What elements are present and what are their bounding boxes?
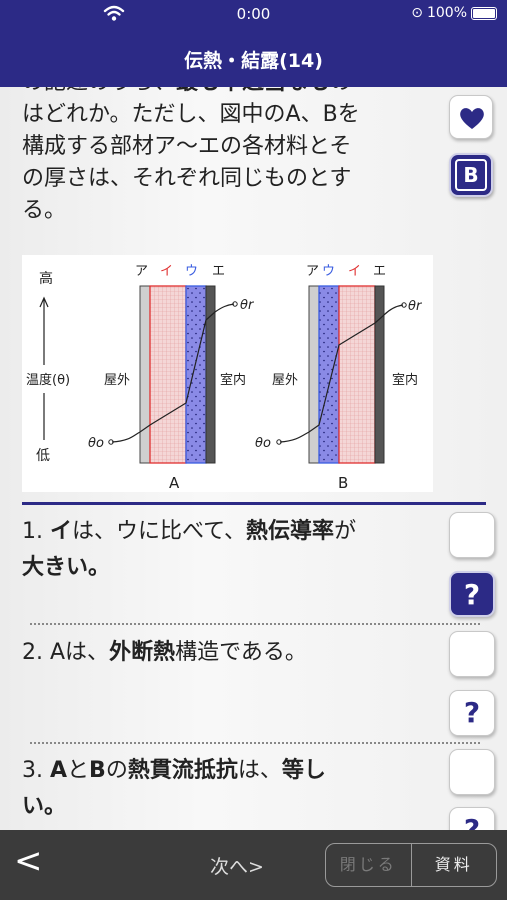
a-theta-o: θo [88,436,104,451]
question-line-5: る。 [22,198,67,223]
axis-temperature-label: 温度(θ) [26,372,70,388]
q-line1-post: の [330,87,352,95]
choice-2-answer-box[interactable] [449,631,495,677]
b-outdoor-label: 屋外 [272,373,298,388]
question-content[interactable]: の記述のうち、最も不適当なもの はどれか。ただし、図中のA、Bを 構成する部材ア… [0,87,507,830]
choice-3-number: 3. [22,758,43,783]
question-line-2: はどれか。ただし、図中のA、Bを [22,102,360,127]
question-line-4: の厚さは、それぞれ同じものとす [22,166,352,191]
choice-2-bold-a: 外断熱 [109,640,176,665]
section-divider [22,502,486,505]
choice-3-bold-b: B [89,758,106,783]
b-layer-i-label: イ [348,264,361,279]
a-theta-r: θr [240,298,255,313]
choice-3-answer-box[interactable] [449,749,495,795]
choice-3-bold-d: 等し [281,758,326,783]
a-outdoor-label: 屋外 [104,373,130,388]
b-layer-a [308,285,320,464]
choice-3-text-c: は、 [237,758,282,783]
wall-diagram: 高 温度(θ) 低 屋外 ア イ ウ エ θo θr 室内 A 屋外 ア ウ イ… [22,255,433,492]
a-layer-a [139,285,151,464]
materials-button[interactable]: 資料 [412,844,497,886]
b-layer-a-label: ア [306,264,319,279]
choice-1-answer-box[interactable] [449,512,495,558]
status-bar: 0:00 ⊙ 100% [0,0,507,30]
battery-percent: 100% [426,5,467,21]
nav-bar: 伝熱・結露(14) [0,30,507,87]
question-text: の記述のうち、最も不適当なもの はどれか。ただし、図中のA、Bを 構成する部材ア… [22,87,417,227]
b-theta-r: θr [408,299,423,314]
choice-1-bold-a: イ [50,519,73,544]
bookmark-b-button[interactable]: B [449,153,493,197]
a-layer-u-label: ウ [185,264,198,279]
bottom-toolbar: < 次へ> 閉じる 資料 [0,830,507,900]
question-line-1: の記述のうち、最も不適当なもの [22,87,417,99]
favorite-button[interactable] [449,95,493,139]
b-indoor-label: 室内 [392,372,418,388]
choice-1-help-button[interactable]: ? [449,571,495,617]
choice-2-text-b: 構造である。 [175,640,307,665]
b-layer-i [338,285,376,464]
b-layer-e-label: エ [373,264,386,279]
a-layer-a-label: ア [135,264,148,279]
page-title: 伝熱・結露(14) [184,50,323,72]
choice-1-number: 1. [22,519,43,544]
choice-1-bold-c: 大きい。 [22,555,111,580]
back-button[interactable]: < [14,844,43,878]
choice-1-text-a: は、ウに比べて、 [72,519,247,544]
choice-3-text-b: の [105,758,128,783]
choice-2-text-a: Aは、 [50,640,110,665]
choice-separator-2 [30,742,480,744]
wall-a-label: A [169,474,180,492]
choice-1-text-b: が [334,519,357,544]
battery-icon [471,6,497,20]
orientation-lock-icon: ⊙ [411,5,423,21]
choice-1-bold-b: 熱伝導率 [246,519,335,544]
close-button[interactable]: 閉じる [326,844,412,886]
a-layer-u [185,285,207,464]
a-layer-i [149,285,187,464]
b-layer-u [318,285,340,464]
question-line-3: 構成する部材ア～エの各材料とそ [22,134,352,159]
segmented-control: 閉じる 資料 [325,843,497,887]
axis-high-label: 高 [39,270,53,287]
choice-2-help-button[interactable]: ? [449,690,495,736]
wall-b-label: B [338,474,348,492]
choice-3-bold-c: 熱貫流抵抗 [127,758,238,783]
q-line1-pre: の記述のうち、 [22,87,176,95]
b-layer-u-label: ウ [322,264,335,279]
choice-2[interactable]: 2. Aは、外断熱構造である。 [22,635,442,671]
choice-3[interactable]: 3. AとBの熱貫流抵抗は、等し い。 [22,753,442,825]
axis-low-label: 低 [36,448,50,464]
a-layer-i-label: イ [160,264,173,279]
a-indoor-label: 室内 [220,372,246,388]
choice-1[interactable]: 1. イは、ウに比べて、熱伝導率が 大きい。 [22,514,442,586]
choice-3-bold-e: い。 [22,794,67,819]
choice-separator-1 [30,623,480,625]
choice-3-bold-a: A [50,758,68,783]
b-layer-e [374,285,385,464]
choice-3-text-a: と [67,758,90,783]
choice-2-number: 2. [22,640,43,665]
next-button[interactable]: 次へ> [210,852,264,879]
heart-icon [460,108,484,129]
b-theta-o: θo [255,436,271,451]
q-line1-bold: 最も不適当なも [176,87,330,95]
choice-3-help-button[interactable]: ? [449,807,495,830]
battery-indicator: ⊙ 100% [411,5,497,21]
a-layer-e-label: エ [212,264,225,279]
bookmark-label: B [455,159,487,191]
